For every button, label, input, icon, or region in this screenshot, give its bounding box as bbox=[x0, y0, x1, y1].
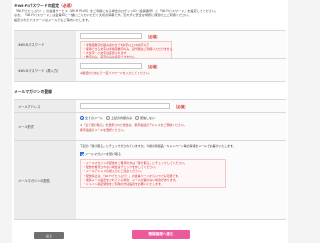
wifi-intro: 「Wi-Fiでたっぷり！」の会員サービス（Wi-Fi PLUS）をご利用になる場… bbox=[14, 9, 284, 22]
radio-partial-label: 上記の内容のみ bbox=[111, 116, 133, 120]
wifi-password-confirm-row: ※Wi-Fiパスワード（再入力） ［必須］ ※確認のためもう一度パスワードを入力… bbox=[14, 58, 286, 82]
wifi-password-label: ※Wi-Fiパスワード bbox=[14, 31, 76, 58]
wifi-section-required: （必須） bbox=[59, 3, 75, 8]
mail-format-note-1: ※「全て受け取る」を選択された場合は、携帯電話のアドレスをご登録ください。 bbox=[80, 123, 187, 127]
wifi-password-required: ［必須］ bbox=[146, 35, 160, 39]
back-button[interactable]: 戻る bbox=[34, 232, 64, 239]
wifi-password-confirm-note: ※確認のためもう一度パスワードを入力してください。 bbox=[80, 71, 152, 75]
mail-address-label: メールアドレス bbox=[14, 100, 76, 112]
mail-format-options: 全てのメール 上記の内容のみ 受信しない bbox=[80, 116, 155, 120]
mail-magazine-checkbox[interactable] bbox=[80, 152, 84, 156]
mail-address-row: メールアドレス ［必須］ bbox=[14, 99, 286, 112]
wifi-password-confirm-input[interactable] bbox=[80, 63, 142, 69]
wifi-password-input[interactable] bbox=[80, 33, 142, 39]
wifi-section-title-text: ※Wi-Fiパスワードの設定 bbox=[14, 3, 60, 8]
wifi-password-confirm-label: ※Wi-Fiパスワード（再入力） bbox=[14, 59, 76, 81]
mail-address-required: ［必須］ bbox=[174, 105, 188, 109]
mail-address-body: ［必須］ bbox=[76, 100, 286, 112]
mail-format-note-2: 携帯電話のメールを選択ください。 bbox=[80, 128, 127, 132]
radio-none-label: 受信しない bbox=[140, 116, 156, 120]
radio-all-selected[interactable] bbox=[80, 116, 84, 120]
radio-partial[interactable] bbox=[106, 116, 111, 120]
mail-format-row: メール形式 全てのメール 上記の内容のみ 受信しない ※「全て受け取る」を選択さ… bbox=[14, 112, 286, 140]
wifi-password-confirm-body: ［必須］ ※確認のためもう一度パスワードを入力してください。 bbox=[76, 59, 286, 81]
mail-address-input[interactable] bbox=[80, 103, 170, 109]
mail-magazine-checkbox-line: メールマガジンを受け取る bbox=[80, 152, 121, 156]
radio-none[interactable] bbox=[135, 116, 140, 120]
magazine-note: ・ドメイン指定受信をご利用の方は設定をお願いいたします。 bbox=[83, 182, 164, 187]
mail-magazine-intro: 下記の「受け取る」にチェックがされていますか。今後の新製品・キャンペーン等の情報… bbox=[80, 144, 236, 148]
mail-magazine-notes: ・メールマガジンの配信をご希望の方は「受け取る」にチェックしてください。 ・配信… bbox=[80, 159, 226, 189]
mail-section-title: メールマガジンの登録 bbox=[14, 89, 52, 94]
wifi-intro-line: 設定されたパスワードはメールでもご案内いたします。 bbox=[14, 17, 92, 22]
form-sheet: ※Wi-Fiパスワードの設定（必須） 「Wi-Fiでたっぷり！」の会員サービス（… bbox=[12, 0, 288, 243]
wifi-password-row: ※Wi-Fiパスワード ［必須］ ・半角英数字の組み合わせで8文字以上16文字以… bbox=[14, 30, 286, 62]
wifi-password-confirm-required: ［必須］ bbox=[146, 65, 160, 69]
mail-format-body: 全てのメール 上記の内容のみ 受信しない ※「全て受け取る」を選択された場合は、… bbox=[76, 113, 286, 140]
mail-magazine-body: 下記の「受け取る」にチェックがされていますか。今後の新製品・キャンペーン等の情報… bbox=[76, 141, 286, 219]
radio-all-label: 全てのメール bbox=[85, 116, 104, 120]
wifi-password-body: ［必須］ ・半角英数字の組み合わせで8文字以上16文字以下 ・使用できる文字は半… bbox=[76, 31, 286, 62]
confirm-button[interactable]: 確認画面へ進む bbox=[132, 230, 190, 239]
mail-format-label: メール形式 bbox=[14, 113, 76, 140]
mail-magazine-row: メールマガジンの配信 下記の「受け取る」にチェックがされていますか。今後の新製品… bbox=[14, 140, 286, 220]
mail-magazine-checkbox-label: メールマガジンを受け取る bbox=[85, 152, 122, 156]
mail-magazine-label: メールマガジンの配信 bbox=[14, 141, 76, 219]
